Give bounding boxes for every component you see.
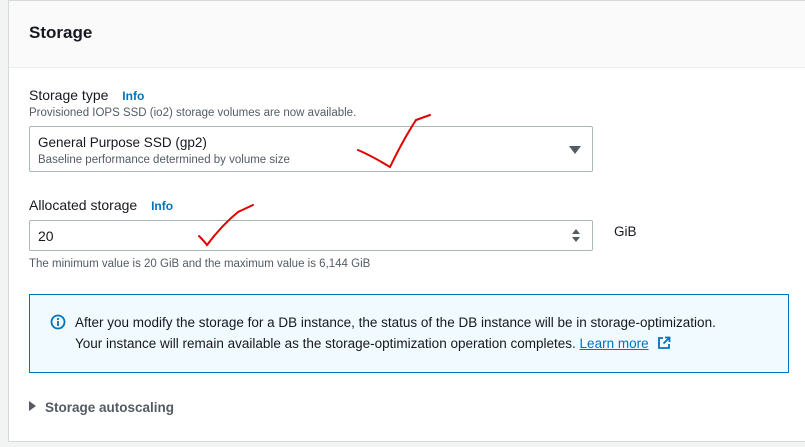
allocated-storage-constraint: The minimum value is 20 GiB and the maxi… [29, 258, 371, 270]
allocated-storage-value: 20 [38, 228, 54, 244]
spinner-up-icon[interactable] [572, 229, 580, 234]
allocated-storage-label-row: Allocated storage Info [29, 197, 173, 213]
storage-type-select[interactable]: General Purpose SSD (gp2) Baseline perfo… [29, 126, 593, 172]
storage-autoscaling-label: Storage autoscaling [45, 400, 175, 415]
external-link-icon[interactable] [657, 336, 671, 350]
allocated-storage-info-link[interactable]: Info [151, 199, 173, 213]
spinner-icon[interactable] [572, 229, 582, 243]
storage-type-label-row: Storage type Info [29, 87, 144, 103]
storage-autoscaling-expander[interactable]: Storage autoscaling [29, 400, 174, 415]
storage-type-info-link[interactable]: Info [122, 89, 144, 103]
expand-caret-icon [29, 401, 36, 411]
storage-info-alert: After you modify the storage for a DB in… [29, 294, 789, 373]
select-caret-icon [569, 146, 581, 154]
storage-unit: GiB [614, 224, 637, 239]
alert-line-2: Your instance will remain available as t… [75, 336, 671, 351]
storage-type-notice: Provisioned IOPS SSD (io2) storage volum… [29, 107, 357, 119]
spinner-down-icon[interactable] [572, 237, 580, 242]
allocated-storage-label: Allocated storage [29, 197, 138, 213]
storage-type-selected-description: Baseline performance determined by volum… [38, 154, 290, 166]
info-circle-icon [50, 314, 66, 330]
storage-type-label: Storage type [29, 87, 109, 103]
panel-title: Storage [29, 23, 93, 42]
storage-type-selected: General Purpose SSD (gp2) [38, 135, 207, 150]
alert-line-2-text: Your instance will remain available as t… [75, 336, 576, 351]
panel-header: Storage [9, 1, 805, 68]
storage-panel: Storage Storage type Info Provisioned IO… [8, 0, 805, 442]
alert-line-1: After you modify the storage for a DB in… [75, 315, 716, 330]
learn-more-link[interactable]: Learn more [580, 336, 649, 351]
allocated-storage-input[interactable]: 20 [29, 220, 593, 251]
